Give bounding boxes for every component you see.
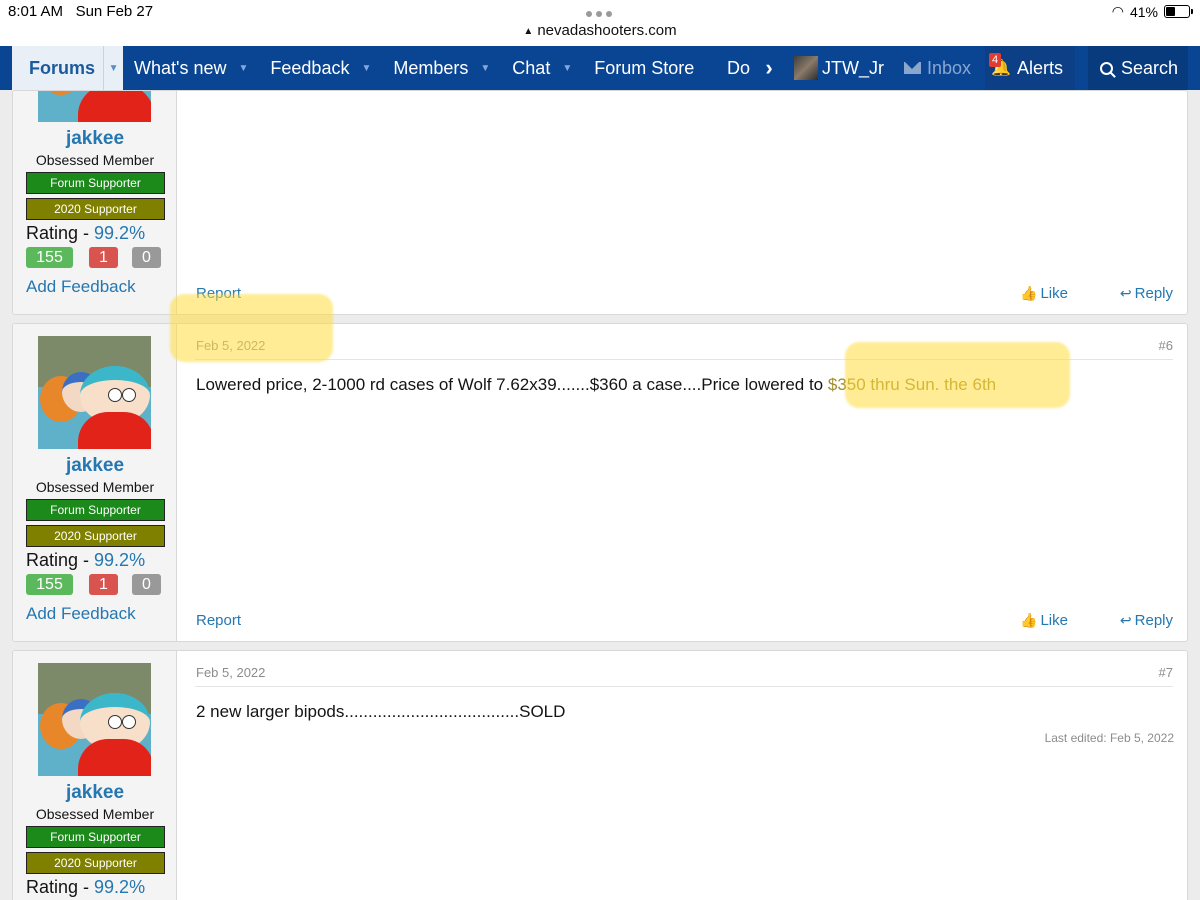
user-rating: Rating - 99.2% [26,550,146,570]
post-user-panel: jakkee Obsessed Member Forum Supporter 2… [13,651,177,900]
post-number[interactable]: #7 [1159,665,1173,680]
feedback-negative[interactable]: 1 [89,574,118,595]
post-user-panel: jakkee Obsessed Member Forum Supporter 2… [13,91,177,314]
nav-tab-chat[interactable]: Chat ▼ [501,46,583,90]
feedback-counts: 155 1 0 [26,574,161,595]
username-link[interactable]: jakkee [13,128,177,150]
post-divider [195,686,1173,687]
chevron-down-icon[interactable]: ▼ [239,63,249,74]
status-time: 8:01 AM Sun Feb 27 [8,3,154,20]
reply-button[interactable]: ↩ Reply [1120,285,1173,302]
feedback-positive[interactable]: 155 [26,574,73,595]
username-link[interactable]: jakkee [13,782,177,804]
alerts-count-badge: 4 [989,53,1002,67]
post-date[interactable]: Feb 5, 2022 [196,338,265,353]
post-user-panel: jakkee Obsessed Member Forum Supporter 2… [13,324,177,641]
report-link[interactable]: Report [196,612,241,629]
chevron-down-icon[interactable]: ▼ [361,63,371,74]
forum-supporter-banner: Forum Supporter [26,172,165,194]
feedback-counts: 155 1 0 [26,247,161,268]
post-7: jakkee Obsessed Member Forum Supporter 2… [12,650,1188,900]
address-bar[interactable]: ▲ nevadashooters.com [0,22,1200,39]
nav-tab-members[interactable]: Members ▼ [382,46,501,90]
post-divider [195,359,1173,360]
thumbs-up-icon: 👍 [1020,612,1038,628]
avatar[interactable] [38,91,151,122]
post-5: jakkee Obsessed Member Forum Supporter 2… [12,90,1188,315]
like-button[interactable]: 👍 Like [1020,285,1068,302]
user-title: Obsessed Member [35,806,155,822]
chevron-down-icon[interactable]: ▼ [480,63,490,74]
alerts-button[interactable]: 4 🔔 Alerts [985,46,1075,90]
username-link[interactable]: jakkee [13,455,177,477]
post-message: Lowered price, 2-1000 rd cases of Wolf 7… [196,375,997,394]
feedback-positive[interactable]: 155 [26,247,73,268]
wifi-icon: ◠ [1111,3,1124,19]
post-date[interactable]: Feb 5, 2022 [196,665,265,680]
search-button[interactable]: Search [1088,46,1188,90]
forum-supporter-banner: Forum Supporter [26,499,165,521]
search-icon [1100,61,1113,75]
feedback-negative[interactable]: 1 [89,247,118,268]
report-link[interactable]: Report [196,285,241,302]
feedback-neutral[interactable]: 0 [132,574,161,595]
highlighted-price: $350 thru Sun. the 6th [827,375,997,394]
user-title: Obsessed Member [35,152,155,168]
avatar[interactable] [38,663,151,776]
multitask-dots-icon[interactable] [586,11,612,17]
supporter-2020-banner: 2020 Supporter [26,852,165,874]
battery-icon [1164,5,1193,18]
avatar [794,56,818,80]
account-menu[interactable]: JTW_Jr [780,56,894,80]
user-rating: Rating - 99.2% [26,223,146,243]
nav-tab-forums[interactable]: Forums ▼ [12,46,124,90]
feedback-neutral[interactable]: 0 [132,247,161,268]
chevron-right-icon[interactable]: › [758,55,780,81]
inbox-button[interactable]: Inbox [894,58,985,79]
reply-arrow-icon: ↩ [1119,612,1132,628]
nav-tab-feedback[interactable]: Feedback ▼ [259,46,382,90]
lock-icon: ▲ [523,26,534,37]
add-feedback-link[interactable]: Add Feedback [26,604,136,624]
user-title: Obsessed Member [35,479,155,495]
nav-tab-truncated[interactable]: Do [715,46,761,90]
ios-status-bar: 8:01 AM Sun Feb 27 ▲ nevadashooters.com ◠… [0,0,1200,46]
add-feedback-link[interactable]: Add Feedback [26,277,136,297]
nav-tab-whats-new[interactable]: What's new ▼ [123,46,259,90]
thumbs-up-icon: 👍 [1020,285,1038,301]
avatar[interactable] [38,336,151,449]
reply-button[interactable]: ↩ Reply [1120,612,1173,629]
post-message: 2 new larger bipods.....................… [196,702,566,721]
envelope-icon [904,62,921,74]
nav-forums-label: Forums [29,57,96,78]
nav-tab-forum-store[interactable]: Forum Store [583,46,705,90]
status-right: ◠ 41% [1111,3,1193,20]
battery-percent: 41% [1129,3,1158,20]
supporter-2020-banner: 2020 Supporter [26,525,165,547]
account-username: JTW_Jr [822,57,884,78]
main-nav: Forums ▼ What's new ▼ Feedback ▼ Members ▼ … [0,46,1200,90]
post-number[interactable]: #6 [1159,338,1173,353]
supporter-2020-banner: 2020 Supporter [26,198,165,220]
user-rating: Rating - 99.2% [26,877,146,897]
last-edited-note: Last edited: Feb 5, 2022 [1044,731,1174,745]
chevron-down-icon[interactable]: ▼ [562,63,572,74]
reply-arrow-icon: ↩ [1119,285,1132,301]
chevron-down-icon[interactable]: ▼ [103,46,123,90]
like-button[interactable]: 👍 Like [1020,612,1068,629]
forum-supporter-banner: Forum Supporter [26,826,165,848]
post-6: jakkee Obsessed Member Forum Supporter 2… [12,323,1188,642]
